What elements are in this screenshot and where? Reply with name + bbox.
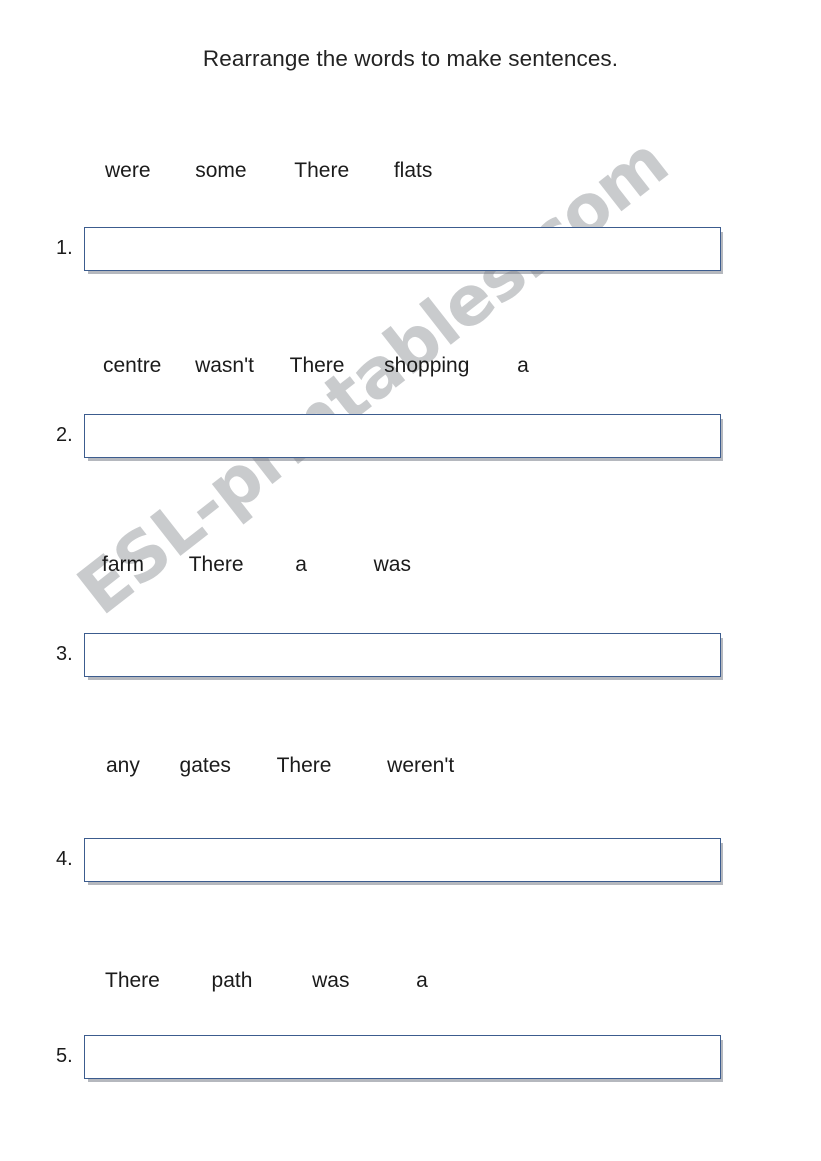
item-number: 2. <box>56 424 73 446</box>
word-token: There <box>289 354 345 377</box>
word-token: was <box>312 969 350 992</box>
word-token: flats <box>393 159 433 182</box>
word-token: wasn't <box>195 354 254 377</box>
answer-row: 1. <box>0 227 821 277</box>
word-bank: any gates There weren't <box>106 755 454 776</box>
word-token: shopping <box>384 354 470 377</box>
answer-box[interactable] <box>84 414 721 458</box>
word-token: There <box>105 969 160 992</box>
word-token: a <box>295 553 307 576</box>
word-token: gates <box>179 754 231 777</box>
answer-row: 5. <box>0 1035 821 1085</box>
word-token: any <box>106 754 140 777</box>
item-number: 3. <box>56 643 73 665</box>
word-bank: centre wasn't There shopping a <box>103 355 529 376</box>
item-number: 5. <box>56 1045 73 1067</box>
word-token: a <box>416 969 428 992</box>
word-token: weren't <box>387 754 455 777</box>
answer-box[interactable] <box>84 838 721 882</box>
answer-box[interactable] <box>84 1035 721 1079</box>
word-bank: farm There a was <box>102 554 411 575</box>
item-number: 4. <box>56 848 73 870</box>
answer-row: 4. <box>0 838 821 888</box>
word-bank: There path was a <box>105 970 428 991</box>
word-token: some <box>195 159 247 182</box>
worksheet-page: Rearrange the words to make sentences. w… <box>0 0 821 1161</box>
word-token: There <box>188 553 244 576</box>
word-bank: were some There flats <box>105 160 432 181</box>
word-token: a <box>517 354 529 377</box>
word-token: farm <box>102 553 144 576</box>
word-token: path <box>211 969 253 992</box>
answer-row: 2. <box>0 414 821 464</box>
answer-box[interactable] <box>84 227 721 271</box>
answer-box[interactable] <box>84 633 721 677</box>
word-token: centre <box>103 354 162 377</box>
word-token: were <box>105 159 151 182</box>
answer-row: 3. <box>0 633 821 683</box>
item-number: 1. <box>56 237 73 259</box>
word-token: There <box>294 159 350 182</box>
word-token: was <box>373 553 411 576</box>
word-token: There <box>276 754 332 777</box>
page-title: Rearrange the words to make sentences. <box>202 46 619 71</box>
